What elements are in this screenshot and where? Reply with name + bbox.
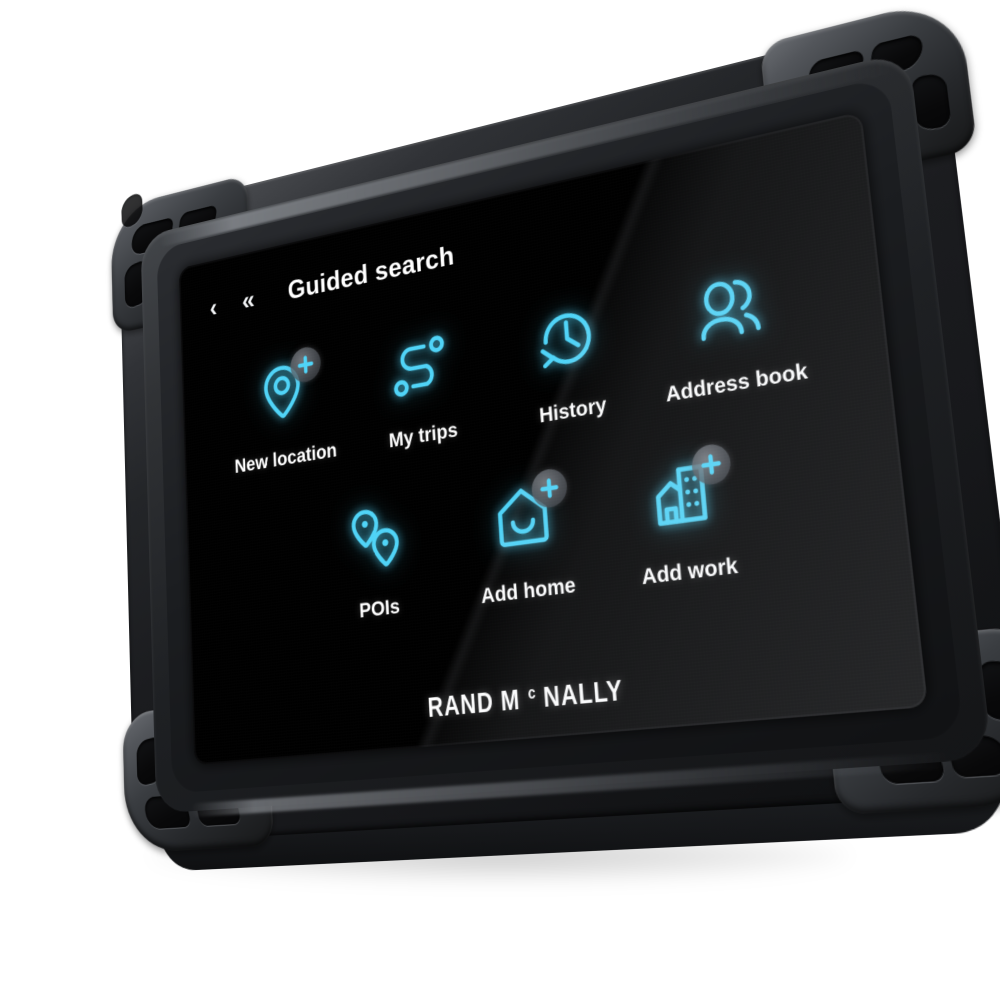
vent-cutout xyxy=(142,794,192,830)
tile-label: New location xyxy=(234,439,338,478)
icon-container xyxy=(628,439,740,549)
tile-add-home[interactable]: Add home xyxy=(445,460,608,613)
tile-new-location[interactable]: New location xyxy=(216,337,353,481)
building-plus-icon xyxy=(647,456,719,534)
tile-label: My trips xyxy=(388,418,459,453)
page-title: Guided search xyxy=(287,240,456,306)
screenshot-stage: ‹ « Guided search New location My trips … xyxy=(0,0,1000,1000)
tile-label: POIs xyxy=(358,595,401,623)
icon-container xyxy=(240,342,325,440)
device-perspective-wrapper: ‹ « Guided search New location My trips … xyxy=(0,0,1000,1000)
tile-my-trips[interactable]: My trips xyxy=(347,309,497,459)
vent-cutout xyxy=(194,792,242,827)
icon-container xyxy=(373,315,466,418)
two-pins-icon xyxy=(347,500,406,575)
tile-pois[interactable]: POIs xyxy=(305,483,453,629)
plus-badge[interactable] xyxy=(690,441,733,487)
vent-cutout xyxy=(121,189,143,232)
tile-label: Add work xyxy=(640,553,739,590)
gps-device: ‹ « Guided search New location My trips … xyxy=(110,0,1000,872)
back-icon[interactable]: ‹ xyxy=(209,293,217,323)
plus-icon xyxy=(296,353,314,376)
back-to-start-icon[interactable]: « xyxy=(241,284,254,315)
contacts-icon xyxy=(690,270,768,346)
plus-icon xyxy=(538,476,560,501)
screen-header: ‹ « Guided search xyxy=(209,241,455,323)
route-icon xyxy=(390,332,449,401)
plus-icon xyxy=(699,451,723,477)
icon-container xyxy=(330,487,422,587)
plus-badge[interactable] xyxy=(289,344,322,385)
